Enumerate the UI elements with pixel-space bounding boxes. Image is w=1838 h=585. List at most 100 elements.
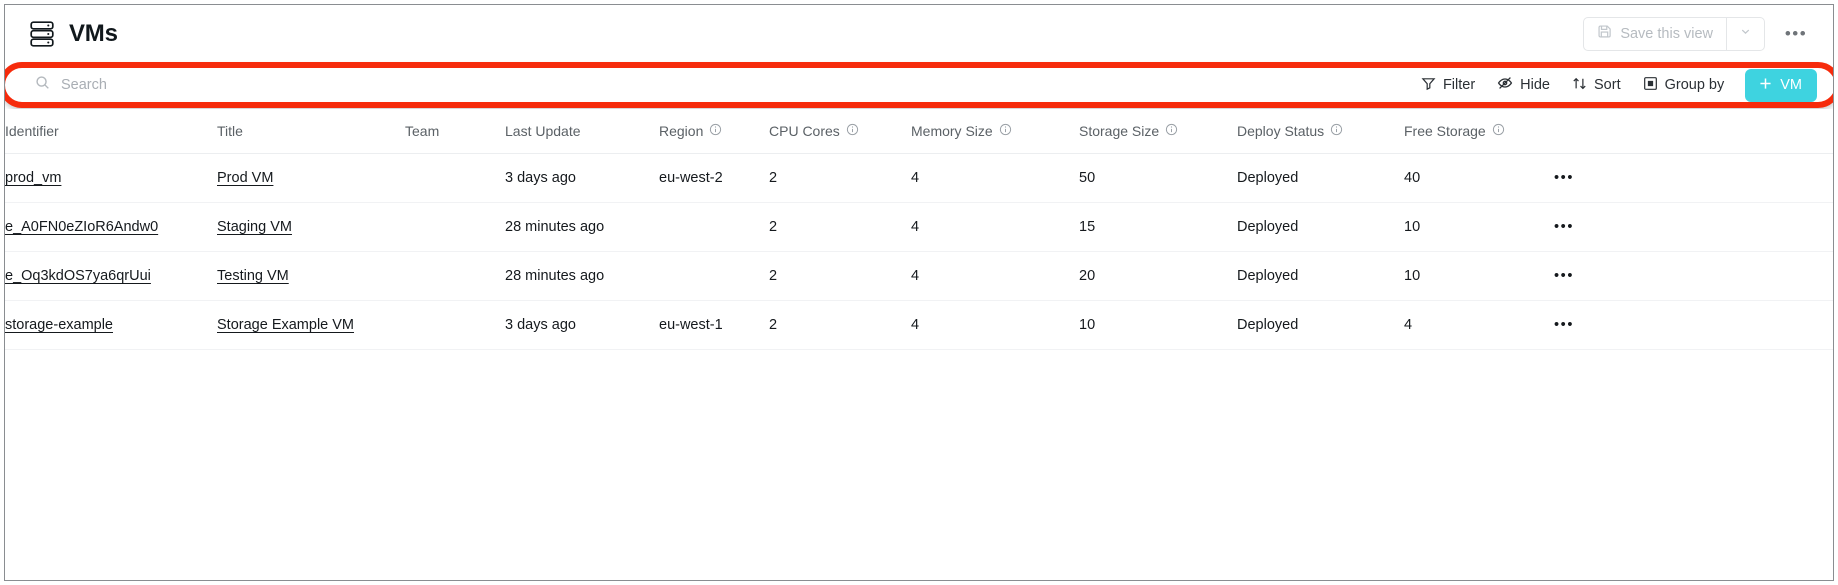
filter-icon [1421,76,1436,95]
cell-deploy-status: Deployed [1237,202,1404,252]
cell-last-update: 28 minutes ago [505,251,659,301]
hide-label: Hide [1520,77,1550,93]
header-actions: Save this view ••• [1583,16,1811,51]
cell-memory-size: 4 [911,153,1079,203]
column-header-storage-size[interactable]: Storage Size [1079,109,1237,154]
title-link[interactable]: Testing VM [217,268,289,284]
title-link[interactable]: Staging VM [217,219,292,235]
title-link[interactable]: Prod VM [217,170,273,186]
cell-last-update: 3 days ago [505,300,659,350]
cell-region [659,251,769,301]
save-view-dropdown-toggle[interactable] [1726,17,1764,50]
cell-title: Staging VM [217,202,405,252]
column-header-region[interactable]: Region [659,109,769,154]
cell-free-storage: 40 [1404,153,1554,203]
table-row[interactable]: e_Oq3kdOS7ya6qrUui Testing VM 28 minutes… [5,251,1833,301]
column-label: Deploy Status [1237,123,1325,139]
cell-cpu-cores: 2 [769,251,911,301]
row-overflow-menu-button[interactable]: ••• [1554,202,1833,252]
search-input[interactable] [61,77,1410,93]
cell-title: Testing VM [217,251,405,301]
column-label: Free Storage [1404,123,1486,139]
cell-memory-size: 4 [911,300,1079,350]
group-by-button[interactable]: Group by [1632,70,1736,101]
cell-cpu-cores: 2 [769,153,911,203]
info-icon[interactable] [1330,123,1343,139]
page-header: VMs Save this view ••• [5,5,1833,62]
app-window: VMs Save this view ••• Search Filter Hid… [4,4,1834,581]
hide-button[interactable]: Hide [1486,69,1561,101]
sort-arrows-icon [1572,76,1587,95]
cell-team [405,251,505,301]
cell-last-update: 28 minutes ago [505,202,659,252]
filter-button[interactable]: Filter [1410,70,1486,101]
table-row[interactable]: storage-example Storage Example VM 3 day… [5,300,1833,350]
add-vm-button[interactable]: VM [1745,68,1817,102]
column-header-cpu-cores[interactable]: CPU Cores [769,109,911,154]
save-this-view-label: Save this view [1620,25,1713,42]
cell-region [659,202,769,252]
info-icon[interactable] [999,123,1012,139]
cell-title: Storage Example VM [217,300,405,350]
server-stack-icon [29,20,55,48]
cell-identifier: storage-example [5,300,217,350]
column-header-free-storage[interactable]: Free Storage [1404,109,1554,154]
cell-memory-size: 4 [911,251,1079,301]
info-icon[interactable] [1165,123,1178,139]
title-group: VMs [29,20,118,48]
column-label: Region [659,123,704,139]
column-label: Storage Size [1079,123,1160,139]
column-label: Memory Size [911,123,993,139]
cell-identifier: prod_vm [5,153,217,203]
group-by-icon [1643,76,1658,95]
add-vm-label: VM [1780,77,1802,93]
cell-title: Prod VM [217,153,405,203]
table-row[interactable]: e_A0FN0eZIoR6Andw0 Staging VM 28 minutes… [5,202,1833,252]
save-this-view-button[interactable]: Save this view [1584,18,1726,50]
column-label: Identifier [5,123,59,139]
cell-team [405,300,505,350]
cell-storage-size: 20 [1079,251,1237,301]
row-overflow-menu-button[interactable]: ••• [1554,251,1833,301]
info-icon[interactable] [1492,123,1505,139]
save-disk-icon [1597,24,1612,43]
column-header-title[interactable]: Title [217,109,405,154]
toolbar-actions: Filter Hide Sort Group by VM [1410,68,1817,102]
column-header-identifier[interactable]: Identifier [5,109,217,154]
cell-storage-size: 50 [1079,153,1237,203]
header-overflow-menu-button[interactable]: ••• [1781,19,1811,49]
row-overflow-menu-button[interactable]: ••• [1554,153,1833,203]
title-link[interactable]: Storage Example VM [217,317,354,333]
cell-memory-size: 4 [911,202,1079,252]
group-by-label: Group by [1664,77,1725,93]
info-icon[interactable] [846,123,859,139]
identifier-link[interactable]: storage-example [5,317,113,333]
cell-region: eu-west-2 [659,153,769,203]
search-box[interactable] [35,75,1410,95]
page-title: VMs [69,19,118,47]
cell-identifier: e_Oq3kdOS7ya6qrUui [5,251,217,301]
column-header-deploy-status[interactable]: Deploy Status [1237,109,1404,154]
cell-team [405,153,505,203]
column-label: Team [405,123,440,139]
cell-free-storage: 10 [1404,202,1554,252]
sort-label: Sort [1594,77,1621,93]
column-header-actions [1554,109,1833,154]
table-row[interactable]: prod_vm Prod VM 3 days ago eu-west-2 2 4… [5,153,1833,203]
filter-label: Filter [1442,77,1476,93]
column-header-team[interactable]: Team [405,109,505,154]
cell-cpu-cores: 2 [769,300,911,350]
sort-button[interactable]: Sort [1561,70,1632,101]
info-icon[interactable] [709,123,722,139]
row-overflow-menu-button[interactable]: ••• [1554,300,1833,350]
column-label: Last Update [505,123,581,139]
eye-off-icon [1497,75,1513,95]
cell-free-storage: 10 [1404,251,1554,301]
identifier-link[interactable]: e_A0FN0eZIoR6Andw0 [5,219,158,235]
column-header-memory-size[interactable]: Memory Size [911,109,1079,154]
save-this-view-group[interactable]: Save this view [1583,16,1765,51]
identifier-link[interactable]: prod_vm [5,170,61,186]
cell-deploy-status: Deployed [1237,153,1404,203]
identifier-link[interactable]: e_Oq3kdOS7ya6qrUui [5,268,151,284]
column-header-last-update[interactable]: Last Update [505,109,659,154]
